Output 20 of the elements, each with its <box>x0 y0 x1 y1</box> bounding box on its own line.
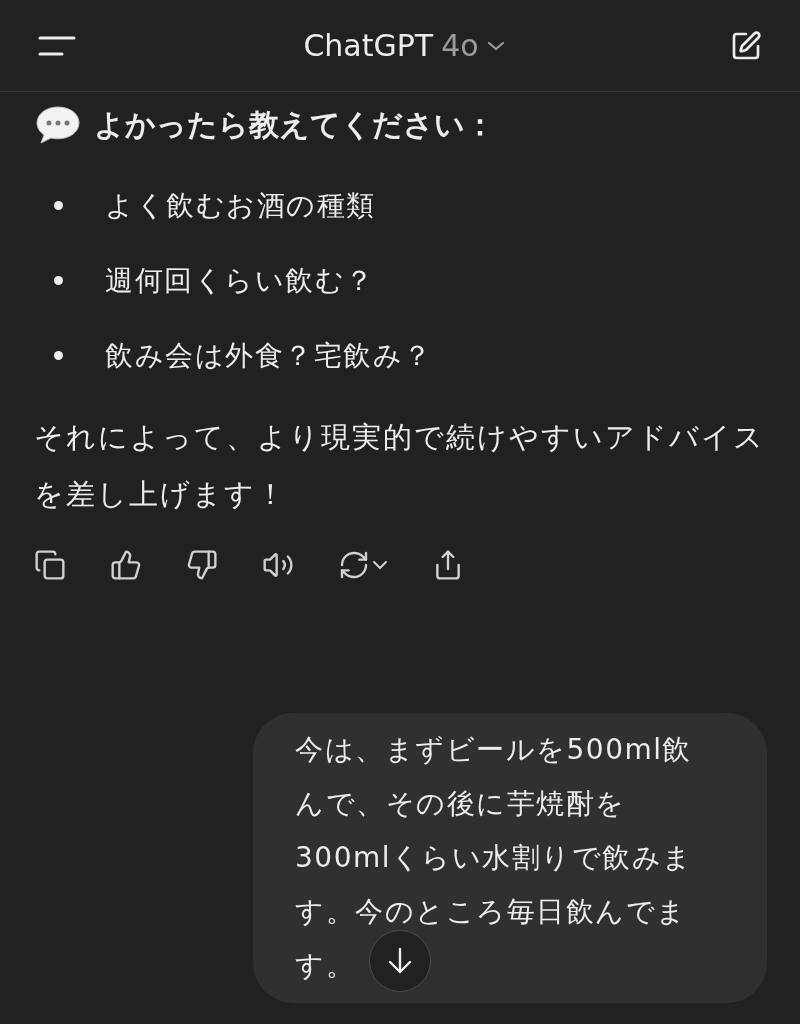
regenerate-button[interactable] <box>338 549 388 581</box>
bullet-icon <box>54 351 63 360</box>
new-chat-icon[interactable] <box>730 29 762 62</box>
bullet-icon <box>54 276 63 285</box>
list-item: 週何回くらい飲む？ <box>105 262 375 299</box>
chevron-down-icon <box>486 40 505 51</box>
speech-bubble-icon <box>34 104 82 146</box>
refresh-icon <box>338 549 370 581</box>
thumbs-down-icon[interactable] <box>186 549 218 581</box>
list-item: 飲み会は外食？宅飲み？ <box>105 337 433 374</box>
thumbs-up-icon[interactable] <box>110 549 142 581</box>
arrow-down-icon <box>387 947 413 975</box>
chevron-down-icon <box>372 560 388 570</box>
reply-paragraph: それによって、より現実的で続けやすいアドバイスを差し上げます！ <box>34 419 766 513</box>
model-selector[interactable]: ChatGPT 4o <box>303 28 505 63</box>
list-item: よく飲むお酒の種類 <box>105 187 376 224</box>
reply-heading: よかったら教えてください： <box>94 105 495 144</box>
bullet-icon <box>54 201 63 210</box>
user-message: 今は、まずビールを500ml飲んで、その後に芋焼酎を300mlくらい水割りで飲みます。今のところ毎日飲んでます。 <box>253 713 767 1003</box>
copy-icon[interactable] <box>34 549 66 581</box>
